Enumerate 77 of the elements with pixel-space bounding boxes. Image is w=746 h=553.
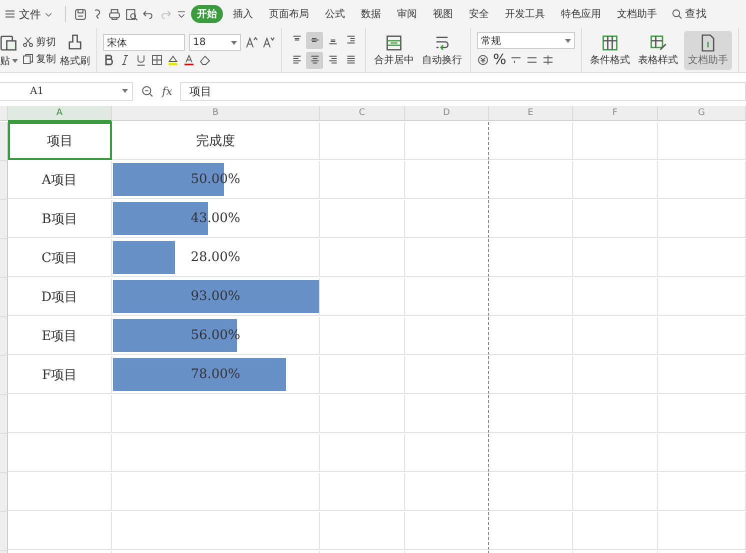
table-cell: 78.00% <box>190 367 240 382</box>
ribbon-tab[interactable]: 视图 <box>427 5 459 23</box>
percent-button[interactable]: % <box>493 52 506 68</box>
align-icon <box>290 54 302 66</box>
copy-button[interactable]: 复制 <box>36 52 56 66</box>
align-button[interactable] <box>306 52 323 68</box>
scissors-icon[interactable] <box>22 36 34 48</box>
number-format-field[interactable]: 常规 <box>477 32 575 49</box>
ribbon-tab[interactable]: 审阅 <box>391 5 423 23</box>
table-cell: A项目 <box>8 161 112 199</box>
brush-icon[interactable] <box>66 32 84 50</box>
format-painter-button[interactable]: 格式刷 <box>60 54 90 68</box>
table-cell: 28.00% <box>190 250 240 265</box>
bold-icon[interactable] <box>103 54 115 66</box>
font-color-icon[interactable] <box>183 54 195 66</box>
table-pen-icon <box>649 34 667 52</box>
table-cell: 93.00% <box>190 289 240 304</box>
ribbon-tab[interactable]: 开始 <box>191 5 223 23</box>
search-icon[interactable] <box>671 8 683 20</box>
fill-color-icon[interactable] <box>167 54 179 66</box>
border-icon[interactable] <box>151 54 163 66</box>
doc-helper-button[interactable]: 文档助手 <box>684 30 732 70</box>
merge-center-button[interactable]: 合并居中 <box>372 34 416 66</box>
grid-icon <box>601 34 619 52</box>
cut-button[interactable]: 剪切 <box>36 34 56 48</box>
save-icon[interactable] <box>74 8 87 20</box>
align-button[interactable] <box>306 32 323 48</box>
italic-icon[interactable] <box>119 54 131 66</box>
ribbon-tab[interactable]: 公式 <box>319 5 351 23</box>
table-cell: 完成度 <box>112 122 320 160</box>
function-label[interactable]: fx <box>162 84 172 98</box>
paste-label[interactable]: 贴 <box>0 54 10 68</box>
shrink-font-icon[interactable] <box>262 36 275 49</box>
preview-icon[interactable] <box>125 8 138 20</box>
conditional-format-button[interactable]: 条件格式 <box>588 34 632 66</box>
ribbon-tab[interactable]: 安全 <box>463 5 495 23</box>
eraser-icon[interactable] <box>199 54 211 66</box>
font-field[interactable]: 宋体 <box>103 34 185 51</box>
merge-icon <box>385 34 403 52</box>
caret-icon[interactable] <box>12 58 18 62</box>
print-icon[interactable] <box>108 8 121 20</box>
more-icon[interactable] <box>176 8 187 20</box>
table-cell: E项目 <box>8 317 112 355</box>
menu-icon[interactable] <box>4 8 16 20</box>
align-icon <box>344 34 356 46</box>
search-label[interactable]: 查找 <box>685 7 707 21</box>
align-icon <box>344 54 356 66</box>
ribbon-tab[interactable]: 开发工具 <box>499 5 551 23</box>
table-cell: B项目 <box>8 200 112 238</box>
table-cell: 项目 <box>8 122 112 160</box>
ribbon-tab[interactable]: 文档助手 <box>611 5 663 23</box>
currency-icon[interactable] <box>477 54 489 66</box>
ribbon-tab[interactable]: 插入 <box>227 5 259 23</box>
copy-icon[interactable] <box>22 52 34 64</box>
ribbon-tab[interactable]: 特色应用 <box>555 5 607 23</box>
align-icon <box>308 54 320 66</box>
caret-icon[interactable] <box>122 89 128 93</box>
ribbon-tab[interactable]: 页面布局 <box>263 5 315 23</box>
document-icon <box>699 34 717 52</box>
wrap-text-button[interactable]: 自动换行 <box>420 34 464 66</box>
underline-icon[interactable] <box>135 54 147 66</box>
font-size-field[interactable]: 18 <box>189 34 241 51</box>
name-box[interactable]: A1 <box>0 82 133 100</box>
clipboard-icon[interactable] <box>0 32 18 50</box>
caret-icon[interactable] <box>565 38 571 42</box>
ribbon-tab[interactable]: 数据 <box>355 5 387 23</box>
caret-icon[interactable] <box>231 40 237 44</box>
column-header[interactable]: A <box>8 106 112 122</box>
align-icon <box>326 54 338 66</box>
table-cell: C项目 <box>8 239 112 277</box>
grow-font-icon[interactable] <box>245 36 258 49</box>
table-style-button[interactable]: 表格样式 <box>636 34 680 66</box>
table-cell: F项目 <box>8 356 112 394</box>
zoom-icon[interactable] <box>141 84 154 98</box>
table-cell: D项目 <box>8 278 112 316</box>
file-menu[interactable]: 文件 <box>19 6 41 22</box>
formula-field[interactable]: 项目 <box>180 82 746 100</box>
